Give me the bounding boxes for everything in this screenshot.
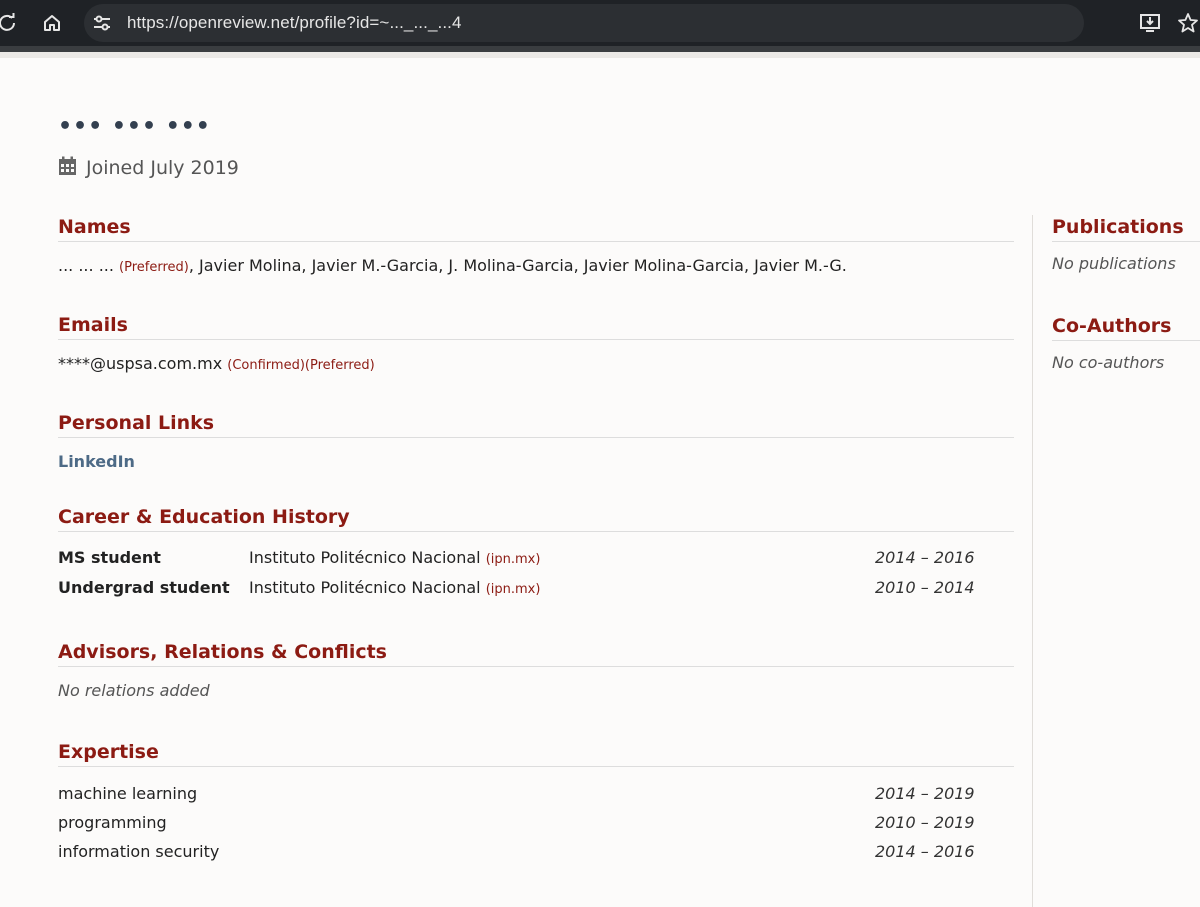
section-title-relations: Advisors, Relations & Conflicts	[58, 641, 1014, 667]
coauthors-empty-note: No co-authors	[1052, 353, 1165, 372]
coauthors-panel: Co-Authors No co-authors	[1052, 315, 1200, 372]
sidebar-divider	[1032, 215, 1033, 907]
expertise-section: Expertise machine learning 2014 – 2019 p…	[58, 741, 1014, 871]
career-history-section: Career & Education History MS student In…	[58, 506, 1014, 608]
history-institution: Instituto Politécnico Nacional (ipn.mx)	[249, 548, 541, 567]
emails-section: Emails ****@uspsa.com.mx (Confirmed)(Pre…	[58, 314, 1014, 373]
site-settings-icon[interactable]	[89, 10, 115, 36]
expertise-topic: machine learning	[58, 784, 198, 803]
section-title-links: Personal Links	[58, 412, 1014, 438]
section-title-emails: Emails	[58, 314, 1014, 340]
personal-links-section: Personal Links LinkedIn	[58, 412, 1014, 471]
expertise-row: machine learning 2014 – 2019	[58, 784, 1014, 813]
expertise-topic: information security	[58, 842, 220, 861]
relations-empty-note: No relations added	[58, 681, 210, 700]
joined-info: Joined July 2019	[58, 156, 239, 180]
linkedin-link[interactable]: LinkedIn	[58, 452, 135, 471]
page-top-edge	[0, 52, 1200, 58]
joined-text: Joined July 2019	[86, 157, 239, 179]
names-section: Names ... ... ... (Preferred), Javier Mo…	[58, 216, 1014, 275]
preferred-name: ... ... ...	[58, 256, 114, 275]
calendar-icon	[58, 156, 77, 180]
section-title-publications: Publications	[1052, 216, 1200, 242]
history-domain: (ipn.mx)	[485, 552, 541, 567]
names-list: ... ... ... (Preferred), Javier Molina, …	[58, 256, 1014, 275]
reload-icon[interactable]	[0, 10, 20, 36]
section-title-expertise: Expertise	[58, 741, 1014, 767]
home-icon[interactable]	[39, 10, 65, 36]
publications-panel: Publications No publications	[1052, 216, 1200, 273]
history-years: 2014 – 2016	[875, 548, 975, 567]
history-row: MS student Instituto Politécnico Naciona…	[58, 548, 1014, 578]
expertise-row: information security 2014 – 2016	[58, 842, 1014, 871]
profile-name: ••• ••• •••	[58, 114, 211, 139]
history-row: Undergrad student Instituto Politécnico …	[58, 578, 1014, 608]
history-position: MS student	[58, 548, 161, 567]
preferred-tag: (Preferred)	[119, 260, 189, 275]
expertise-topic: programming	[58, 813, 167, 832]
email-tags: (Confirmed)(Preferred)	[227, 358, 375, 373]
section-title-history: Career & Education History	[58, 506, 1014, 532]
section-title-names: Names	[58, 216, 1014, 242]
browser-toolbar: https://openreview.net/profile?id=~..._.…	[0, 0, 1200, 46]
install-app-icon[interactable]	[1138, 10, 1164, 36]
relations-section: Advisors, Relations & Conflicts No relat…	[58, 641, 1014, 700]
expertise-years: 2014 – 2019	[875, 784, 975, 803]
history-domain: (ipn.mx)	[485, 582, 541, 597]
other-names: , Javier Molina, Javier M.-Garcia, J. Mo…	[188, 256, 847, 275]
history-years: 2010 – 2014	[875, 578, 975, 597]
section-title-coauthors: Co-Authors	[1052, 315, 1200, 341]
history-institution: Instituto Politécnico Nacional (ipn.mx)	[249, 578, 541, 597]
expertise-years: 2010 – 2019	[875, 813, 975, 832]
email-address: ****@uspsa.com.mx	[58, 354, 223, 373]
expertise-row: programming 2010 – 2019	[58, 813, 1014, 842]
url-text[interactable]: https://openreview.net/profile?id=~..._.…	[127, 13, 462, 33]
bookmark-star-icon[interactable]	[1175, 10, 1200, 36]
publications-empty-note: No publications	[1052, 254, 1176, 273]
email-entry: ****@uspsa.com.mx (Confirmed)(Preferred)	[58, 354, 1014, 373]
expertise-years: 2014 – 2016	[875, 842, 975, 861]
history-position: Undergrad student	[58, 578, 230, 597]
